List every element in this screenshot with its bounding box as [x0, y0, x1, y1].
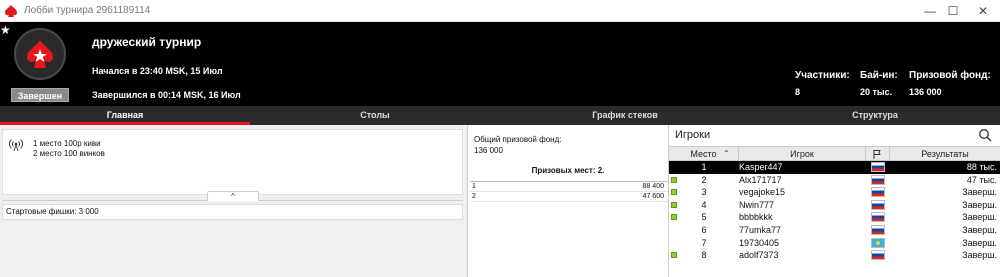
- player-result: Заверш.: [962, 237, 997, 248]
- column-country[interactable]: [866, 147, 890, 161]
- tournament-header: ★ Завершен дружеский турнир Начался в 23…: [0, 22, 1000, 106]
- title-bar: Лобби турнира 2961189114 — ☐ ✕: [0, 0, 1000, 22]
- players-title: Игроки: [675, 129, 711, 141]
- spade-star-icon: [27, 40, 53, 68]
- russia-flag-icon: [871, 174, 885, 185]
- start-time: Начался в 23:40 MSK, 15 Июл: [92, 66, 223, 76]
- end-time: Завершился в 00:14 MSK, 16 Июл: [92, 90, 241, 100]
- participants-label: Участники:: [795, 70, 850, 81]
- note-line: 1 место 100р киви: [33, 139, 101, 148]
- player-place: 5: [701, 212, 707, 223]
- player-row[interactable]: 1 Kasper447 88 тыс.: [669, 161, 1000, 174]
- player-name: 19730405: [739, 237, 780, 248]
- players-header: Игроки: [669, 125, 1000, 147]
- buyin-value: 20 тыс.: [860, 87, 893, 97]
- prize-pane: Общий призовой фонд: 136 000 Призовых ме…: [467, 125, 669, 277]
- collapse-bar: ^: [2, 191, 463, 201]
- tab-stack-chart[interactable]: График стеков: [500, 106, 750, 125]
- player-row[interactable]: 2 Alx171717 47 тыс.: [669, 174, 1000, 187]
- player-name: adolf7373: [739, 250, 779, 261]
- kazakhstan-flag-icon: [871, 237, 885, 248]
- player-result: Заверш.: [962, 199, 997, 210]
- prize-place: 1: [472, 183, 476, 190]
- prize-place: 2: [472, 193, 476, 200]
- collapse-button[interactable]: ^: [207, 191, 259, 201]
- prize-pool-value: 136 000: [909, 87, 942, 97]
- player-result: Заверш.: [962, 224, 997, 235]
- note-line: 2 место 100 винков: [33, 149, 105, 158]
- flag-icon: [873, 150, 881, 159]
- prize-row: 2 47 600: [470, 192, 668, 202]
- participants-value: 8: [795, 87, 801, 97]
- players-table-header: Место ⌃ Игрок Результаты: [669, 147, 1000, 161]
- player-place: 8: [701, 250, 707, 261]
- player-result: Заверш.: [962, 187, 997, 198]
- players-list: 1 Kasper447 88 тыс. 2 Alx171717 47 тыс. 3 vegaj…: [669, 161, 1000, 262]
- russia-flag-icon: [871, 199, 885, 210]
- russia-flag-icon: [871, 224, 885, 235]
- russia-flag-icon: [871, 212, 885, 223]
- total-prize-value: 136 000: [474, 146, 503, 155]
- search-icon[interactable]: [978, 128, 992, 142]
- tournament-name: дружеский турнир: [92, 35, 202, 49]
- paid-places: Призовых мест: 2.: [531, 166, 605, 175]
- status-badge: Завершен: [11, 88, 69, 102]
- tab-structure[interactable]: Структура: [750, 106, 1000, 125]
- window-title: Лобби турнира 2961189114: [24, 5, 151, 16]
- prize-amount: 47 600: [642, 193, 664, 200]
- player-place: 1: [701, 162, 707, 172]
- player-place: 7: [701, 237, 707, 248]
- player-name: 77umka77: [739, 224, 782, 235]
- russia-flag-icon: [871, 162, 885, 172]
- player-row[interactable]: 8 adolf7373 Заверш.: [669, 249, 1000, 262]
- player-name: Nwin777: [739, 199, 775, 210]
- tab-tables[interactable]: Столы: [250, 106, 500, 125]
- prize-row: 1 88 400: [470, 182, 668, 192]
- sort-asc-icon[interactable]: ⌃: [723, 147, 730, 161]
- player-name: Kasper447: [739, 162, 783, 172]
- player-result: Заверш.: [962, 212, 997, 223]
- player-result: 47 тыс.: [966, 174, 997, 185]
- player-place: 4: [701, 199, 707, 210]
- player-row[interactable]: 3 vegajoke15 Заверш.: [669, 186, 1000, 199]
- broadcast-icon: [9, 139, 23, 152]
- prize-table: 1 88 400 2 47 600: [470, 181, 668, 202]
- starting-chips: Стартовые фишки: 3 000: [2, 204, 463, 220]
- player-place: 2: [701, 174, 707, 185]
- prize-amount: 88 400: [642, 183, 664, 190]
- player-result: 88 тыс.: [966, 162, 997, 172]
- tab-bar: Главная Столы График стеков Структура: [0, 106, 1000, 125]
- player-row[interactable]: 7 19730405 Заверш.: [669, 237, 1000, 250]
- player-row[interactable]: 6 77umka77 Заверш.: [669, 224, 1000, 237]
- total-prize-label: Общий призовой фонд:: [474, 135, 562, 144]
- russia-flag-icon: [871, 187, 885, 198]
- player-row[interactable]: 5 bbbbkkk Заверш.: [669, 211, 1000, 224]
- player-place: 3: [701, 187, 707, 198]
- column-results[interactable]: Результаты: [890, 147, 1000, 161]
- russia-flag-icon: [871, 250, 885, 261]
- player-place: 6: [701, 224, 707, 235]
- favorite-star-icon[interactable]: ★: [0, 24, 12, 36]
- buyin-label: Бай-ин:: [860, 70, 898, 81]
- player-name: Alx171717: [739, 174, 782, 185]
- prize-pool-label: Призовой фонд:: [909, 70, 991, 81]
- maximize-button[interactable]: ☐: [940, 2, 966, 20]
- tab-main[interactable]: Главная: [0, 106, 250, 125]
- player-name: bbbbkkk: [739, 212, 773, 223]
- tournament-logo: [14, 28, 66, 80]
- close-button[interactable]: ✕: [970, 2, 996, 20]
- column-player[interactable]: Игрок: [739, 147, 866, 161]
- column-results-label: Результаты: [921, 149, 969, 159]
- column-player-label: Игрок: [790, 149, 814, 159]
- players-pane: Игроки Место ⌃ Игрок Результаты 1 Kasper4…: [669, 125, 1000, 277]
- pokerstars-logo-icon: [5, 5, 17, 17]
- column-place-label: Место: [690, 149, 717, 159]
- tournament-notes: 1 место 100р киви 2 место 100 винков: [2, 129, 463, 195]
- player-row[interactable]: 4 Nwin777 Заверш.: [669, 199, 1000, 212]
- player-result: Заверш.: [962, 250, 997, 261]
- info-pane: 1 место 100р киви 2 место 100 винков ^ С…: [0, 125, 467, 277]
- player-name: vegajoke15: [739, 187, 786, 198]
